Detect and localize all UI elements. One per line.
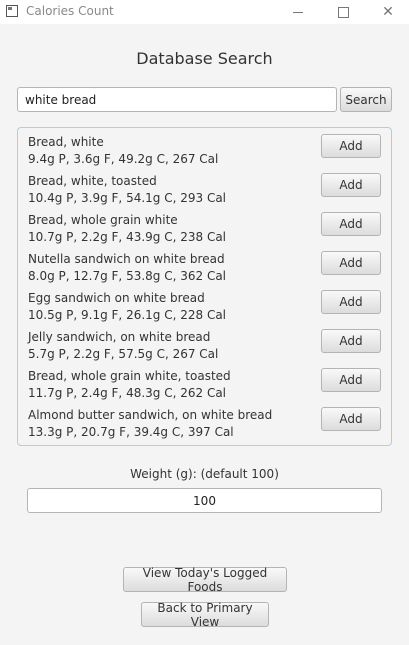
food-macros: 10.5g P, 9.1g F, 26.1g C, 228 Cal [28, 308, 227, 322]
food-macros: 8.0g P, 12.7g F, 53.8g C, 362 Cal [28, 269, 227, 283]
maximize-button[interactable] [320, 0, 366, 24]
add-food-button[interactable]: Add [321, 290, 381, 314]
search-button[interactable]: Search [340, 87, 392, 112]
list-item: Nutella sandwich on white bread 8.0g P, 1… [18, 245, 391, 284]
weight-input[interactable] [27, 488, 382, 513]
add-food-button[interactable]: Add [321, 368, 381, 392]
food-macros: 5.7g P, 2.2g F, 57.5g C, 267 Cal [28, 347, 219, 361]
maximize-icon [337, 6, 349, 18]
minimize-icon [293, 11, 303, 13]
title-bar: Calories Count ✕ [0, 0, 409, 24]
list-item: Bread, white 9.4g P, 3.6g F, 49.2g C, 267… [18, 128, 391, 167]
close-button[interactable]: ✕ [365, 0, 409, 24]
list-item: Almond butter sandwich, on white bread 13… [18, 401, 391, 440]
add-food-button[interactable]: Add [321, 407, 381, 431]
list-item: Egg sandwich on white bread 10.5g P, 9.1g… [18, 284, 391, 323]
page-title: Database Search [136, 49, 273, 68]
food-name: Bread, whole grain white [28, 213, 178, 227]
back-to-primary-view-button[interactable]: Back to Primary View [141, 601, 269, 629]
list-item: Bread, white, toasted 10.4g P, 3.9g F, 54… [18, 167, 391, 206]
list-item: Bread, whole grain white, toasted 11.7g P… [18, 362, 391, 401]
food-macros: 10.7g P, 2.2g F, 43.9g C, 238 Cal [28, 230, 227, 244]
results-list[interactable]: Bread, white 9.4g P, 3.6g F, 49.2g C, 267… [17, 127, 392, 446]
window-title: Calories Count [26, 4, 114, 18]
add-food-button[interactable]: Add [321, 329, 381, 353]
weight-label: Weight (g): (default 100) [130, 467, 279, 481]
food-macros: 11.7g P, 2.4g F, 48.3g C, 262 Cal [28, 386, 227, 400]
food-macros: 13.3g P, 20.7g F, 39.4g C, 397 Cal [28, 425, 234, 439]
food-macros: 10.4g P, 3.9g F, 54.1g C, 293 Cal [28, 191, 227, 205]
add-food-button[interactable]: Add [321, 212, 381, 236]
close-icon: ✕ [382, 4, 394, 20]
add-food-button[interactable]: Add [321, 251, 381, 275]
food-name: Nutella sandwich on white bread [28, 252, 225, 266]
food-name: Bread, white [28, 135, 104, 149]
app-window-icon [6, 5, 18, 17]
food-name: Jelly sandwich, on white bread [28, 330, 211, 344]
food-macros: 9.4g P, 3.6g F, 49.2g C, 267 Cal [28, 152, 219, 166]
minimize-button[interactable] [275, 0, 321, 24]
food-name: Egg sandwich on white bread [28, 291, 205, 305]
search-input[interactable] [17, 87, 337, 112]
add-food-button[interactable]: Add [321, 134, 381, 158]
add-food-button[interactable]: Add [321, 173, 381, 197]
list-item: Jelly sandwich, on white bread 5.7g P, 2.… [18, 323, 391, 362]
list-item: Bread, whole grain white 10.7g P, 2.2g F,… [18, 206, 391, 245]
food-name: Almond butter sandwich, on white bread [28, 408, 273, 422]
food-name: Bread, white, toasted [28, 174, 157, 188]
food-name: Bread, whole grain white, toasted [28, 369, 231, 383]
view-logged-foods-button[interactable]: View Today's Logged Foods [123, 566, 287, 594]
